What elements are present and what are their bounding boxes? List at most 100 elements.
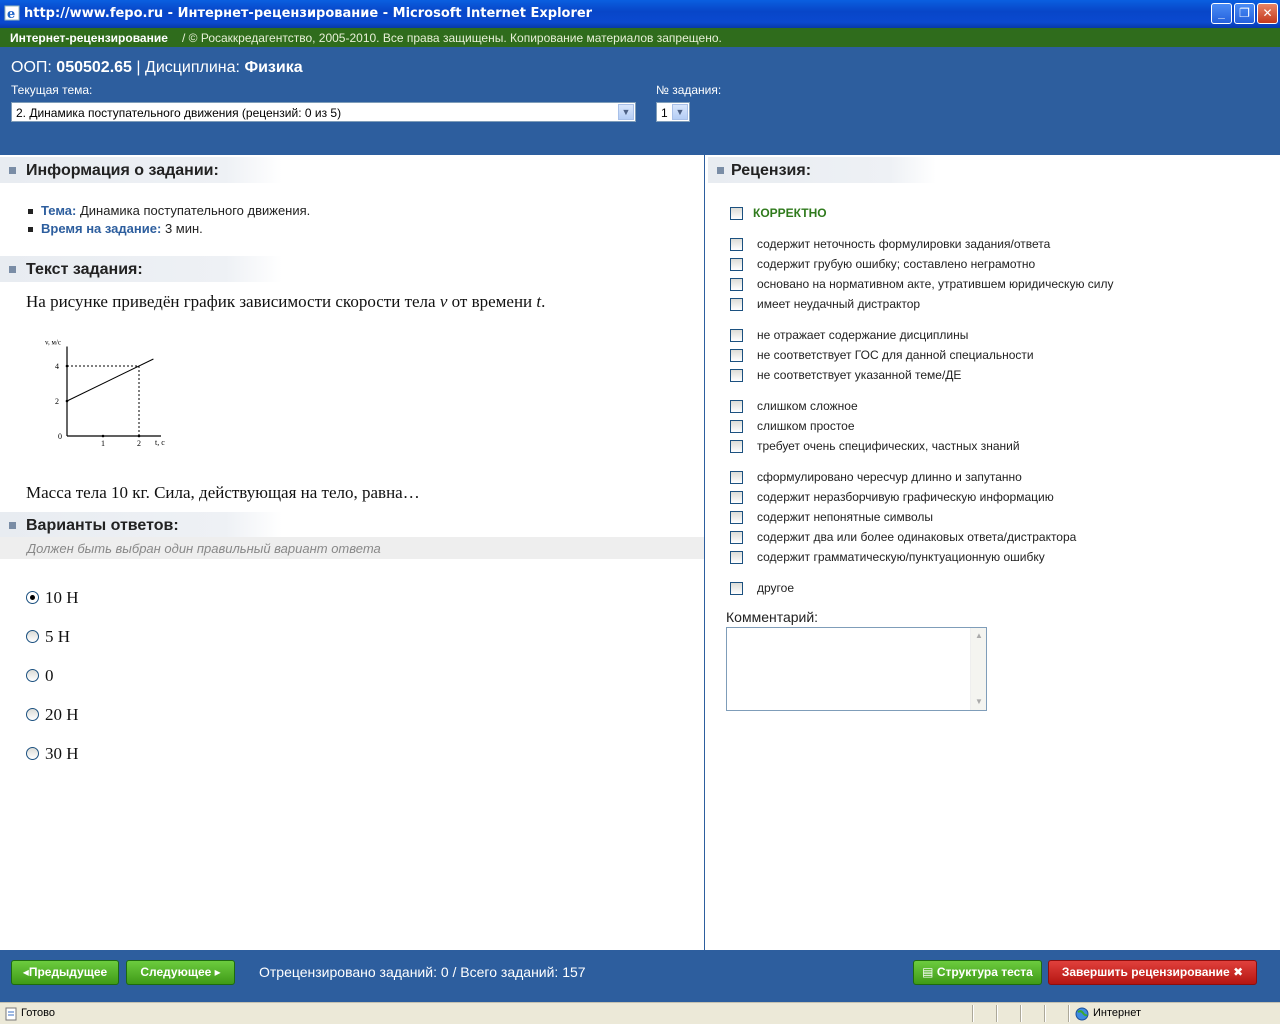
- status-text: Готово: [21, 1007, 55, 1019]
- next-button[interactable]: Следующее ▸: [126, 960, 235, 985]
- previous-button[interactable]: ◂Предыдущее: [11, 960, 119, 985]
- info-time: Время на задание: 3 мин.: [28, 221, 310, 239]
- topic-select[interactable]: 2. Динамика поступательного движения (ре…: [11, 102, 636, 122]
- scroll-up-icon[interactable]: ▲: [972, 629, 986, 643]
- status-bar: Готово Интернет: [0, 1002, 1280, 1024]
- status-separator: [972, 1005, 974, 1022]
- bullet-square-icon: [9, 522, 16, 529]
- info-list: Тема: Динамика поступательного движения.…: [28, 203, 310, 239]
- comment-textarea[interactable]: ▲ ▼: [726, 627, 987, 711]
- review-checkbox[interactable]: [730, 582, 743, 595]
- correct-label: КОРРЕКТНО: [753, 206, 827, 220]
- review-checkbox[interactable]: [730, 511, 743, 524]
- velocity-line: [66, 358, 154, 402]
- radio-button[interactable]: [26, 747, 39, 760]
- answer-label: 5 Н: [45, 627, 71, 646]
- oop-label: ООП:: [11, 59, 52, 76]
- previous-label: Предыдущее: [28, 965, 108, 979]
- review-checkbox-label: основано на нормативном акте, утратившем…: [757, 277, 1114, 291]
- review-checkbox[interactable]: [730, 420, 743, 433]
- review-checkbox[interactable]: [730, 298, 743, 311]
- brand-label: Интернет-рецензирование: [10, 31, 168, 45]
- answers-heading: Варианты ответов:: [0, 512, 282, 538]
- oop-value: 050502.65: [56, 59, 132, 76]
- topic-label: Текущая тема:: [11, 83, 93, 97]
- review-checkbox-label: не отражает содержание дисциплины: [757, 328, 969, 342]
- window-title: http://www.fepo.ru - Интернет-рецензиров…: [24, 6, 593, 21]
- top-bar: Интернет-рецензирование / © Росаккредаге…: [0, 28, 1280, 47]
- chevron-down-icon: ▼: [618, 104, 634, 120]
- zone-text: Интернет: [1093, 1007, 1141, 1019]
- review-checkbox-label: требует очень специфических, частных зна…: [757, 439, 1020, 453]
- radio-button[interactable]: [26, 591, 39, 604]
- discipline-value: Физика: [244, 59, 303, 76]
- answer-label: 20 Н: [45, 705, 79, 724]
- maximize-button[interactable]: ❐: [1234, 3, 1255, 24]
- review-checkbox-label: не соответствует ГОС для данной специаль…: [757, 348, 1034, 362]
- minimize-button[interactable]: _: [1211, 3, 1232, 24]
- status-separator: [1044, 1005, 1046, 1022]
- window-titlebar: e http://www.fepo.ru - Интернет-рецензир…: [0, 0, 1280, 28]
- review-checkbox[interactable]: [730, 551, 743, 564]
- next-label: Следующее: [140, 965, 212, 979]
- review-checkbox[interactable]: [730, 349, 743, 362]
- x-tick-label: 1: [101, 439, 105, 448]
- status-separator: [996, 1005, 998, 1022]
- finish-review-button[interactable]: Завершить рецензирование ✖: [1048, 960, 1257, 985]
- scroll-down-icon[interactable]: ▼: [972, 695, 986, 709]
- review-checkbox[interactable]: [730, 329, 743, 342]
- answer-label: 10 Н: [45, 588, 79, 607]
- task-heading-text: Текст задания:: [26, 261, 143, 278]
- close-icon: ✖: [1233, 965, 1244, 979]
- review-checkbox-label: содержит неразборчивую графическую инфор…: [757, 490, 1054, 504]
- bullet-square-icon: [9, 167, 16, 174]
- x-axis-label: t, c: [155, 438, 165, 447]
- info-topic-key: Тема:: [41, 203, 77, 218]
- info-topic-value: Динамика поступательного движения.: [79, 203, 311, 218]
- review-checkbox-label: имеет неудачный дистрактор: [757, 297, 921, 311]
- review-checkbox-label: сформулировано чересчур длинно и запутан…: [757, 470, 1022, 484]
- review-checkbox-label: содержит два или более одинаковых ответа…: [757, 530, 1077, 544]
- review-checkbox[interactable]: [730, 491, 743, 504]
- review-checkbox[interactable]: [730, 400, 743, 413]
- review-checkbox[interactable]: [730, 238, 743, 251]
- review-progress: Отрецензировано заданий: 0 / Всего задан…: [259, 964, 586, 980]
- review-checkbox-label: содержит грамматическую/пунктуационную о…: [757, 550, 1045, 564]
- review-checkbox-label: не соответствует указанной теме/ДЕ: [757, 368, 962, 382]
- velocity-time-chart: v, м/с t, c 0 1 2 2 4: [45, 339, 165, 449]
- review-checkbox[interactable]: [730, 278, 743, 291]
- checkbox-correct[interactable]: [730, 207, 743, 220]
- finish-review-label: Завершить рецензирование: [1061, 965, 1230, 979]
- answers-hint: Должен быть выбран один правильный вариа…: [0, 537, 704, 559]
- status-separator: [1020, 1005, 1022, 1022]
- task-number-value: 1: [661, 106, 668, 120]
- y-axis-label: v, м/с: [45, 339, 61, 347]
- comment-scrollbar[interactable]: ▲ ▼: [970, 628, 986, 710]
- review-checkbox[interactable]: [730, 440, 743, 453]
- info-topic: Тема: Динамика поступательного движения.: [28, 203, 310, 221]
- review-checkbox[interactable]: [730, 369, 743, 382]
- radio-button[interactable]: [26, 669, 39, 682]
- review-checkbox-label: содержит неточность формулировки задания…: [757, 237, 1051, 251]
- review-checkbox[interactable]: [730, 471, 743, 484]
- page-header: ООП: 050502.65 | Дисциплина: Физика Теку…: [0, 47, 1280, 155]
- review-heading: Рецензия:: [708, 157, 936, 183]
- review-checkbox-label: содержит непонятные символы: [757, 510, 934, 524]
- radio-button[interactable]: [26, 708, 39, 721]
- radio-button[interactable]: [26, 630, 39, 643]
- discipline-label: | Дисциплина:: [136, 59, 240, 76]
- svg-text:e: e: [7, 7, 15, 21]
- review-checkbox[interactable]: [730, 531, 743, 544]
- task-number-select[interactable]: 1 ▼: [656, 102, 690, 122]
- review-checkbox-label: содержит грубую ошибку; составлено негра…: [757, 257, 1036, 271]
- answer-label: 0: [45, 666, 54, 685]
- info-heading-text: Информация о задании:: [26, 162, 219, 179]
- task-heading: Текст задания:: [0, 256, 282, 282]
- info-time-value: 3 мин.: [164, 221, 203, 236]
- test-structure-button[interactable]: ▤ Структура теста: [913, 960, 1042, 985]
- copyright-text: / © Росаккредагентство, 2005-2010. Все п…: [182, 31, 722, 45]
- x-tick-label: 2: [137, 439, 141, 448]
- close-button[interactable]: ✕: [1257, 3, 1278, 24]
- task-number-label: № задания:: [656, 83, 722, 97]
- review-checkbox[interactable]: [730, 258, 743, 271]
